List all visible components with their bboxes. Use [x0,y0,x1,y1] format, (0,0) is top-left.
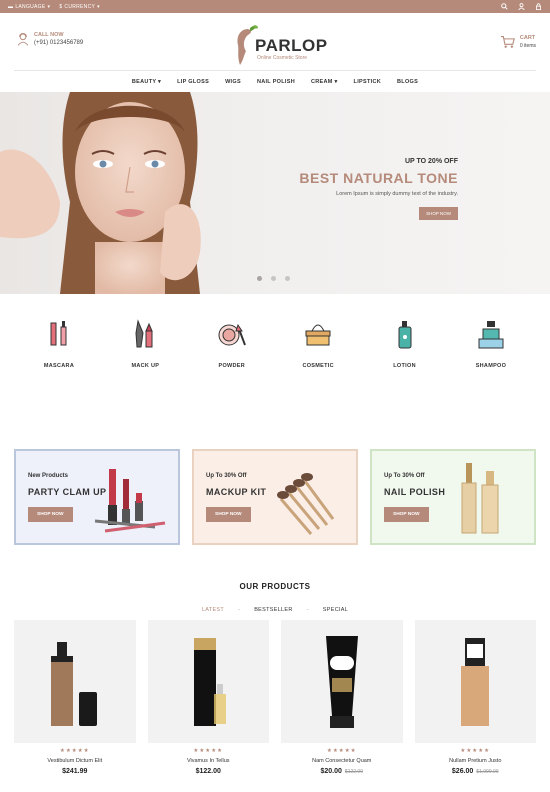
product-card[interactable]: ★★★★★ Nam Consectetur Quam $20.00 $122.00 [281,620,403,775]
flag-icon: ▬ [8,3,14,10]
brush-set-image [277,473,335,535]
chevron-down-icon: ▾ [47,3,51,10]
product-name[interactable]: Nam Consectetur Quam [281,758,403,764]
hero-slider: UP TO 20% OFF BEST NATURAL TONE Lorem Ip… [0,92,550,294]
rating-stars: ★★★★★ [193,748,224,754]
tab-separator: - [306,607,309,613]
rating-stars: ★★★★★ [326,748,357,754]
logo-name: PARLOP [255,36,328,55]
product-old-price: $1,099.00 [476,769,499,775]
hero-offer: UP TO 20% OFF [404,158,458,165]
cart-block[interactable]: CART 0 items [500,35,536,49]
promo-banners: New Products PARTY CLAM UP SHOP NOW Up T… [14,449,536,545]
nav-item-wigs[interactable]: WIGS [225,79,241,85]
cream-jar-icon [305,324,331,346]
product-old-price: $122.00 [344,769,363,775]
product-price: $241.99 [62,768,88,775]
product-price: $122.00 [195,768,221,775]
nav-item-blogs[interactable]: BLOGS [397,79,418,85]
category-shampoo[interactable]: SHAMPOO [466,319,516,394]
support-agent-icon [17,32,29,46]
product-card[interactable]: ★★★★★ Vestibulum Dictum Elit $241.99 [14,620,136,775]
shampoo-bottle-icon [478,321,504,349]
slider-dot[interactable] [257,276,262,281]
main-nav: BEAUTY ▾ LIP GLOSS WIGS NAIL POLISH CREA… [14,70,536,92]
logo[interactable]: PARLOP Online Cosmetic Store [234,21,327,71]
nav-item-beauty[interactable]: BEAUTY ▾ [132,79,161,85]
tab-latest[interactable]: LATEST [202,607,224,613]
call-now-label: CALL NOW [34,32,64,38]
nav-item-lip-gloss[interactable]: LIP GLOSS [177,79,209,85]
product-name[interactable]: Vestibulum Dictum Elit [14,758,136,764]
phone-number[interactable]: (+91) 0123456789 [34,40,83,46]
tube-icon [325,635,358,728]
user-icon[interactable] [518,3,525,10]
product-card[interactable]: ★★★★★ Vivamus In Tellus $122.00 [147,620,270,775]
promo-banner-nail-polish[interactable]: Up To 30% Off NAIL POLISH SHOP NOW [370,449,536,545]
product-price: $20.00 [320,768,342,775]
nav-item-lipstick[interactable]: LIPSTICK [354,79,381,85]
site-header: CALL NOW (+91) 0123456789 PARLOP Online … [0,13,550,70]
rating-stars: ★★★★★ [460,748,491,754]
banner-shop-now-button[interactable]: SHOP NOW [384,507,429,522]
foundation-bottle-icon [461,637,490,726]
slider-dot[interactable] [285,276,290,281]
product-price: $26.00 [451,768,474,775]
product-card[interactable]: ★★★★★ Nullam Pretium Justo $26.00 $1,099.… [414,620,537,775]
top-bar: ▬ LANGUAGE ▾ $ CURRENCY ▾ [0,0,550,13]
hero-title: BEST NATURAL TONE [299,170,458,186]
nav-item-cream[interactable]: CREAM ▾ [311,79,338,85]
category-strip: MASCARA MACK UP POWDER COSMETIC LOTION S… [0,294,550,394]
nav-item-nail-polish[interactable]: NAIL POLISH [257,79,295,85]
promo-banner-party[interactable]: New Products PARTY CLAM UP SHOP NOW [14,449,180,545]
lotion-bottle-icon [398,321,412,349]
search-icon[interactable] [501,3,508,10]
product-image[interactable] [281,620,403,743]
category-cosmetic[interactable]: COSMETIC [293,319,343,394]
cart-label: CART [519,35,536,41]
hero-shop-now-button[interactable]: SHOP NOW [419,207,458,220]
cart-count: 0 items [519,43,536,49]
powder-compact-icon [218,323,246,346]
product-grid: ★★★★★ Vestibulum Dictum Elit $241.99 ★★★… [14,620,536,775]
product-name[interactable]: Vivamus In Tellus [148,758,270,764]
cart-icon [500,36,515,48]
nail-polish-bottle-image [461,463,499,534]
logo-tagline: Online Cosmetic Store [257,55,308,61]
promo-banner-makeup-kit[interactable]: Up To 30% Off MACKUP KIT SHOP NOW [192,449,358,545]
slider-dot[interactable] [271,276,276,281]
rating-stars: ★★★★★ [59,748,90,754]
category-makeup[interactable]: MACK UP [120,319,170,394]
makeup-brush-icon [135,319,154,348]
category-mascara[interactable]: MASCARA [34,319,84,394]
foundation-bottle-icon [50,641,97,726]
currency-selector[interactable]: $ CURRENCY ▾ [59,4,100,10]
product-name[interactable]: Nullam Pretium Justo [415,758,537,764]
product-image[interactable] [414,620,536,743]
banner-shop-now-button[interactable]: SHOP NOW [28,507,73,522]
tab-bestseller[interactable]: BESTSELLER [254,607,292,613]
lipstick-set-image [95,469,166,533]
model-face-image [0,92,201,294]
banner-shop-now-button[interactable]: SHOP NOW [206,507,251,522]
tab-separator: - [238,607,241,613]
products-section-header: OUR PRODUCTS LATEST - BESTSELLER - SPECI… [0,582,550,613]
perfume-box-icon [194,637,227,726]
mascara-icon [50,321,67,346]
language-selector[interactable]: ▬ LANGUAGE ▾ [8,4,50,10]
product-image[interactable] [14,620,136,743]
product-image[interactable] [147,620,269,743]
category-lotion[interactable]: LOTION [380,319,430,394]
hero-text: UP TO 20% OFF BEST NATURAL TONE Lorem Ip… [299,158,458,220]
lock-icon[interactable] [535,3,542,10]
product-tabs: LATEST - BESTSELLER - SPECIAL [0,607,550,613]
chevron-down-icon: ▾ [97,3,100,10]
category-powder[interactable]: POWDER [207,319,257,394]
call-now-block: CALL NOW (+91) 0123456789 [16,32,83,46]
slider-dots [257,276,290,281]
hero-desc: Lorem Ipsum is simply dummy text of the … [336,191,458,197]
dollar-icon: $ [59,3,63,10]
tab-special[interactable]: SPECIAL [323,607,348,613]
products-heading: OUR PRODUCTS [239,582,311,591]
